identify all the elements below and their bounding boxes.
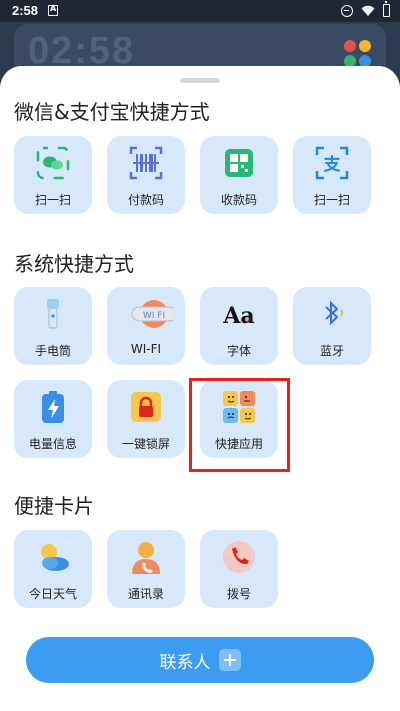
add-contact-label: 联系人 [159,652,211,673]
plus-icon [218,649,241,671]
status-time: 2:58 [12,3,39,18]
tile-collect-code[interactable]: 收款码 [200,136,278,214]
tile-battery-info[interactable]: 电量信息 [14,380,92,458]
add-contact-button[interactable]: 联系人 [26,637,374,683]
tile-label: 通讯录 [127,587,164,601]
weather-icon [41,544,69,571]
tile-contacts[interactable]: 通讯录 [107,530,185,608]
tile-dialer[interactable]: 拨号 [200,530,278,608]
wifi-icon-text: WI FI [143,311,165,321]
phone-icon [223,541,255,573]
tile-label: 收款码 [220,193,257,207]
tile-label: 电量信息 [28,437,77,451]
tile-lock-screen[interactable]: 一键锁屏 [107,380,185,458]
bluetooth-icon [325,300,343,326]
wifi-icon: WI FI [131,300,173,328]
lock-icon [131,392,161,422]
wifi-signal-icon [361,5,375,16]
section-title-wechat-alipay: 微信&支付宝快捷方式 [14,100,210,124]
tile-label: 蓝牙 [319,344,344,358]
alipay-scan-icon: 支 [315,146,349,180]
tile-label: 手电筒 [34,344,71,358]
wechat-scan-icon [36,146,70,180]
tile-label: 今日天气 [28,587,77,601]
section-title-cards: 便捷卡片 [14,494,94,518]
highlight-box [189,378,290,472]
contacts-icon [132,542,160,574]
section-title-system: 系统快捷方式 [14,252,134,276]
tile-label: 付款码 [127,193,164,207]
barcode-icon [129,146,163,180]
status-bar: 2:58 [0,0,400,22]
tile-label: 扫一扫 [34,193,71,207]
tile-font[interactable]: Aa 字体 [200,287,278,365]
tile-payment-code[interactable]: 付款码 [107,136,185,214]
tile-alipay-scan[interactable]: 支 扫一扫 [293,136,371,214]
tile-weather[interactable]: 今日天气 [14,530,92,608]
battery-status-icon [383,1,390,17]
tile-bluetooth[interactable]: 蓝牙 [293,287,371,365]
battery-icon [42,391,64,423]
tile-wechat-scan[interactable]: 扫一扫 [14,136,92,214]
svg-text:支: 支 [324,154,342,175]
flashlight-icon [47,299,59,329]
tile-label: WI-FI [130,342,162,356]
tile-label: 拨号 [226,587,251,601]
font-icon-text: Aa [222,303,254,329]
tile-label: 扫一扫 [313,193,350,207]
sheet-drag-handle[interactable] [180,78,220,83]
tile-flashlight[interactable]: 手电筒 [14,287,92,365]
tile-label: 字体 [226,344,251,358]
tile-wifi[interactable]: WI FI WI-FI [107,287,185,365]
font-icon: Aa [222,303,254,329]
notification-a-icon [48,4,58,16]
do-not-disturb-icon [341,4,353,17]
tile-label: 一键锁屏 [121,437,170,451]
qr-collect-icon [225,149,253,177]
